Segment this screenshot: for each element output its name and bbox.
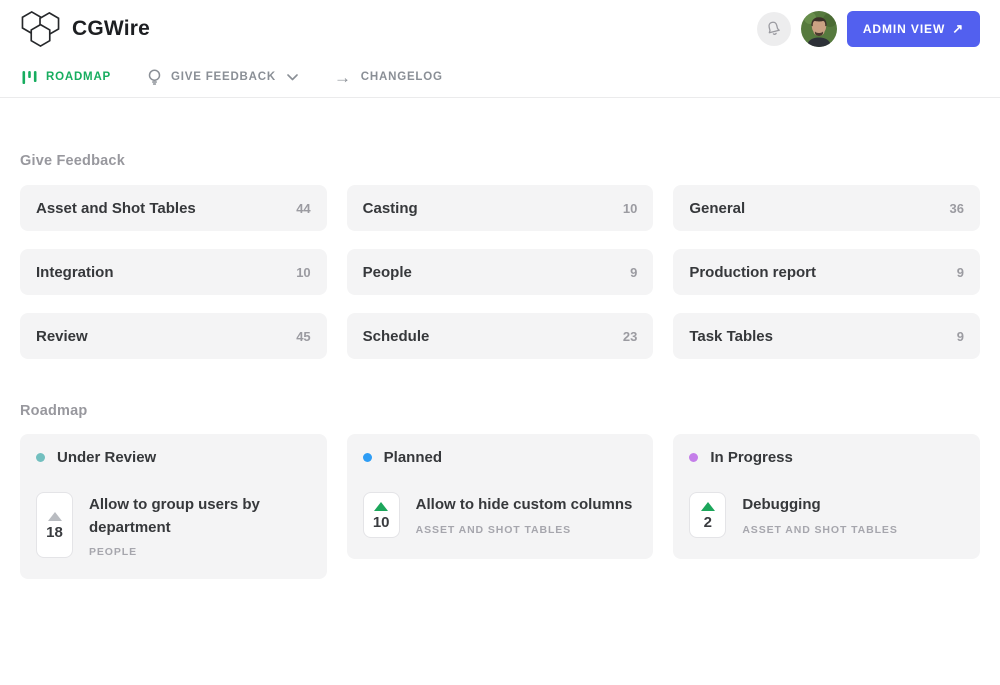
post-body: Allow to hide custom columns ASSET AND S… — [416, 492, 633, 538]
post-title[interactable]: Allow to group users by department — [89, 494, 311, 539]
status-label: Planned — [384, 449, 442, 466]
page: CGWire — [0, 0, 1000, 579]
nav-tab-changelog[interactable]: → CHANGELOG — [334, 69, 443, 86]
status-label: Under Review — [57, 449, 156, 466]
upvote-arrow-icon — [701, 502, 715, 511]
status-header: In Progress — [689, 449, 964, 466]
board-card-task-tables[interactable]: Task Tables 9 — [673, 313, 980, 359]
roadmap-grid: Under Review 18 Allow to group users by … — [20, 434, 980, 579]
board-card-casting[interactable]: Casting 10 — [347, 185, 654, 231]
board-count: 9 — [630, 265, 637, 280]
lightbulb-icon — [147, 69, 162, 85]
roadmap-column-in-progress: In Progress 2 Debugging ASSET AND SHOT T… — [673, 434, 980, 559]
board-count: 9 — [957, 329, 964, 344]
roadmap-post: 18 Allow to group users by department PE… — [36, 492, 311, 558]
nav-tab-changelog-label: CHANGELOG — [361, 71, 443, 83]
nav-tab-roadmap-label: ROADMAP — [46, 71, 111, 83]
notifications-button[interactable] — [757, 12, 791, 46]
external-link-icon: ↗ — [952, 21, 964, 37]
vote-button[interactable]: 10 — [363, 492, 400, 538]
vote-button[interactable]: 2 — [689, 492, 726, 538]
post-category: PEOPLE — [89, 546, 311, 558]
board-name: Integration — [36, 264, 114, 281]
board-name: Review — [36, 328, 88, 345]
board-name: Production report — [689, 264, 816, 281]
header-actions: ADMIN VIEW ↗ — [757, 11, 980, 47]
roadmap-column-under-review: Under Review 18 Allow to group users by … — [20, 434, 327, 579]
board-count: 36 — [950, 201, 964, 216]
vote-count: 18 — [46, 525, 63, 540]
board-card-schedule[interactable]: Schedule 23 — [347, 313, 654, 359]
status-dot — [363, 453, 372, 462]
board-name: Asset and Shot Tables — [36, 200, 196, 217]
post-category: ASSET AND SHOT TABLES — [416, 524, 633, 536]
nav-tab-give-feedback[interactable]: GIVE FEEDBACK — [147, 69, 298, 85]
board-name: People — [363, 264, 412, 281]
content: Give Feedback Asset and Shot Tables 44 C… — [0, 153, 1000, 579]
board-count: 23 — [623, 329, 637, 344]
vote-count: 2 — [704, 515, 712, 530]
board-name: Schedule — [363, 328, 430, 345]
brand-name: CGWire — [72, 17, 150, 41]
upvote-arrow-icon — [374, 502, 388, 511]
status-dot — [689, 453, 698, 462]
board-count: 9 — [957, 265, 964, 280]
feedback-board-grid: Asset and Shot Tables 44 Casting 10 Gene… — [20, 185, 980, 359]
nav-tab-roadmap[interactable]: ROADMAP — [22, 70, 111, 85]
arrow-right-icon: → — [334, 69, 352, 86]
admin-view-button[interactable]: ADMIN VIEW ↗ — [847, 11, 980, 47]
bell-icon — [765, 20, 782, 37]
status-label: In Progress — [710, 449, 793, 466]
board-card-general[interactable]: General 36 — [673, 185, 980, 231]
brand[interactable]: CGWire — [20, 9, 150, 48]
board-name: Casting — [363, 200, 418, 217]
main-nav: ROADMAP GIVE FEEDBACK → CHANGELOG — [0, 57, 1000, 98]
board-card-asset-and-shot-tables[interactable]: Asset and Shot Tables 44 — [20, 185, 327, 231]
upvote-arrow-icon — [48, 512, 62, 521]
nav-tab-give-feedback-label: GIVE FEEDBACK — [171, 71, 276, 83]
cgwire-logo-icon — [20, 9, 61, 48]
post-body: Debugging ASSET AND SHOT TABLES — [742, 492, 897, 538]
roadmap-section-title: Roadmap — [20, 403, 980, 419]
status-header: Planned — [363, 449, 638, 466]
board-card-review[interactable]: Review 45 — [20, 313, 327, 359]
board-card-production-report[interactable]: Production report 9 — [673, 249, 980, 295]
vote-count: 10 — [373, 515, 390, 530]
post-category: ASSET AND SHOT TABLES — [742, 524, 897, 536]
board-count: 45 — [296, 329, 310, 344]
roadmap-column-planned: Planned 10 Allow to hide custom columns … — [347, 434, 654, 559]
board-name: General — [689, 200, 745, 217]
post-title[interactable]: Debugging — [742, 494, 897, 517]
status-dot — [36, 453, 45, 462]
board-card-integration[interactable]: Integration 10 — [20, 249, 327, 295]
board-count: 44 — [296, 201, 310, 216]
vote-button[interactable]: 18 — [36, 492, 73, 558]
user-avatar[interactable] — [801, 11, 837, 47]
admin-view-label: ADMIN VIEW — [863, 22, 945, 36]
status-header: Under Review — [36, 449, 311, 466]
header: CGWire — [0, 0, 1000, 57]
post-body: Allow to group users by department PEOPL… — [89, 492, 311, 558]
post-title[interactable]: Allow to hide custom columns — [416, 494, 633, 517]
roadmap-post: 2 Debugging ASSET AND SHOT TABLES — [689, 492, 964, 538]
feedback-section-title: Give Feedback — [20, 153, 980, 169]
board-card-people[interactable]: People 9 — [347, 249, 654, 295]
roadmap-icon — [22, 70, 37, 85]
chevron-down-icon — [287, 74, 298, 81]
roadmap-post: 10 Allow to hide custom columns ASSET AN… — [363, 492, 638, 538]
board-count: 10 — [296, 265, 310, 280]
board-name: Task Tables — [689, 328, 773, 345]
board-count: 10 — [623, 201, 637, 216]
